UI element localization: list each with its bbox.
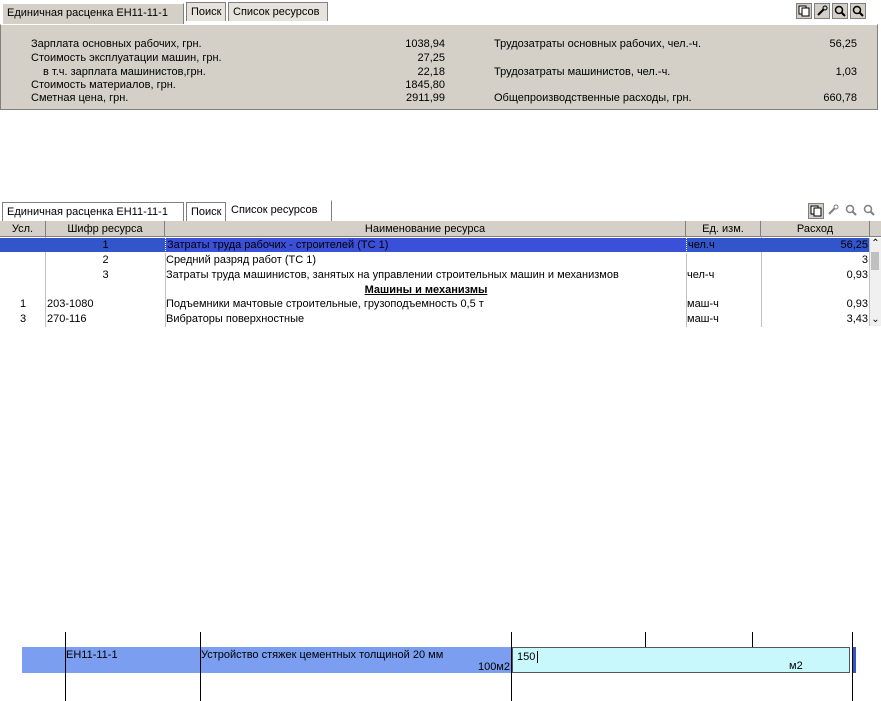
summary-label: Общепроизводственные расходы, грн. (494, 92, 692, 104)
header-corner (870, 221, 881, 237)
summary-label: Сметная цена, грн. (31, 92, 129, 104)
column-header-unit[interactable]: Ед. изм. (686, 221, 761, 237)
summary-value: 1038,94 (405, 38, 445, 50)
tab-label: Единичная расценка ЕН11-11-1 (7, 206, 168, 218)
tab-search[interactable]: Поиск (186, 202, 226, 221)
summary-value: 1845,80 (405, 79, 445, 91)
grid-line (645, 632, 646, 647)
cell-unit: маш-ч (687, 298, 719, 310)
cell-qty: 56,25 (840, 239, 868, 251)
cell-name: Подъемники мачтовые строительные, грузоп… (166, 298, 484, 310)
grid-line (852, 632, 853, 701)
grid-line (511, 632, 512, 701)
summary-value: 22,18 (417, 66, 445, 78)
cell-unit: маш-ч (687, 313, 719, 325)
mid-tabbar: Единичная расценка ЕН11-11-1 Поиск Списо… (0, 200, 881, 222)
summary-value: 56,25 (829, 38, 857, 50)
cell-usl (0, 238, 46, 252)
cell-usl: 1 (20, 298, 27, 310)
cell-unit: чел.ч (688, 239, 715, 251)
column-header-qty[interactable]: Расход (761, 221, 870, 237)
search-icon[interactable] (832, 3, 848, 19)
table-row[interactable]: 1 203-1080 Подъемники мачтовые строитель… (0, 297, 870, 311)
cell-name: Средний разряд работ (ТС 1) (166, 254, 317, 266)
estimate-unit-note: 100м2 (477, 661, 510, 673)
tab-search[interactable]: Поиск (186, 2, 226, 21)
top-tabbar: Единичная расценка ЕН11-11-1 Поиск Списо… (0, 0, 881, 24)
tab-label: Единичная расценка ЕН11-11-1 (7, 7, 168, 19)
text-cursor (537, 651, 538, 663)
summary-value: 2911,99 (406, 92, 445, 104)
wrench-icon[interactable] (814, 3, 830, 19)
scroll-up-icon[interactable]: ⌃ (870, 238, 881, 250)
estimate-name: Устройство стяжек цементных толщиной 20 … (201, 649, 444, 661)
cell-name: Затраты труда машинистов, занятых на упр… (166, 269, 619, 281)
grid-line (752, 632, 753, 647)
cell-code: 203-1080 (47, 298, 94, 310)
cell-qty: 0,93 (846, 269, 868, 281)
wrench-icon[interactable] (826, 203, 842, 219)
cell-qty: 3 (861, 254, 868, 266)
cell-qty: 0,93 (846, 298, 868, 310)
summary-value: 1,03 (835, 66, 857, 78)
quantity-value: 150 (517, 651, 536, 663)
table-row[interactable]: 3 Затраты труда машинистов, занятых на у… (0, 268, 870, 282)
cell-unit: чел-ч (687, 269, 715, 281)
quantity-unit: м2 (789, 660, 803, 672)
table-row[interactable]: 3 270-116 Вибраторы поверхностные маш-ч … (0, 312, 870, 326)
cell-code: 1 (102, 239, 109, 251)
vertical-scrollbar[interactable]: ⌃ ⌄ (869, 238, 881, 326)
grid-line (200, 632, 201, 701)
cell-code: 3 (102, 269, 109, 281)
cell-usl: 3 (20, 313, 27, 325)
cell-qty: 3,43 (846, 313, 868, 325)
group-title: Машины и механизмы (364, 284, 488, 296)
copy-icon[interactable] (808, 203, 824, 219)
summary-label: Стоимость материалов, грн. (31, 79, 176, 91)
column-header-code[interactable]: Шифр ресурса (46, 221, 165, 237)
search-next-icon[interactable] (850, 3, 866, 19)
table-group-row: Машины и механизмы (0, 283, 870, 297)
tab-unit-rate[interactable]: Единичная расценка ЕН11-11-1 (2, 202, 184, 221)
cell-name: Вибраторы поверхностные (166, 313, 305, 325)
search-icon[interactable] (844, 203, 860, 219)
copy-icon[interactable] (796, 3, 812, 19)
cell-name: Затраты труда рабочих - строителей (ТС 1… (165, 237, 687, 253)
summary-value: 660,78 (823, 92, 857, 104)
summary-label: Зарплата основных рабочих, грн. (31, 38, 202, 50)
summary-panel: Зарплата основных рабочих, грн. 1038,94 … (0, 24, 878, 110)
resource-table: Усл. Шифр ресурса Наименование ресурса Е… (0, 221, 881, 327)
estimate-code: ЕН11-11-1 (66, 649, 118, 661)
tab-label: Список ресурсов (233, 6, 320, 18)
summary-label: Трудозатраты машинистов, чел.-ч. (494, 66, 671, 78)
table-row[interactable]: 2 Средний разряд работ (ТС 1) 3 (0, 253, 870, 267)
cell-usl (0, 268, 46, 282)
column-header-usl[interactable]: Усл. (0, 221, 46, 237)
row-edge-marker (853, 647, 856, 673)
cell-code: 2 (102, 254, 109, 266)
scroll-down-icon[interactable]: ⌄ (870, 314, 881, 326)
tab-label: Список ресурсов (231, 204, 318, 216)
summary-label: в т.ч. зарплата машинистов,грн. (43, 66, 206, 78)
grid-line (65, 632, 66, 701)
quantity-input[interactable]: 150 м2 (512, 647, 850, 673)
table-row[interactable]: 1 Затраты труда рабочих - строителей (ТС… (0, 237, 870, 253)
tab-unit-rate[interactable]: Единичная расценка ЕН11-11-1 (2, 3, 184, 24)
column-header-name[interactable]: Наименование ресурса (165, 221, 686, 237)
tab-label: Поиск (191, 206, 222, 218)
summary-value: 27,25 (417, 52, 445, 64)
cell-unit (687, 253, 761, 267)
summary-label: Стоимость эксплуатации машин, грн. (31, 52, 222, 64)
tab-resource-list[interactable]: Список ресурсов (226, 200, 332, 221)
tab-resource-list[interactable]: Список ресурсов (228, 2, 328, 21)
scroll-thumb[interactable] (871, 252, 879, 270)
cell-code: 270-116 (47, 313, 87, 325)
tab-label: Поиск (191, 6, 222, 18)
search-next-icon[interactable] (862, 203, 878, 219)
cell-usl (0, 253, 46, 267)
summary-label: Трудозатраты основных рабочих, чел.-ч. (494, 38, 702, 50)
